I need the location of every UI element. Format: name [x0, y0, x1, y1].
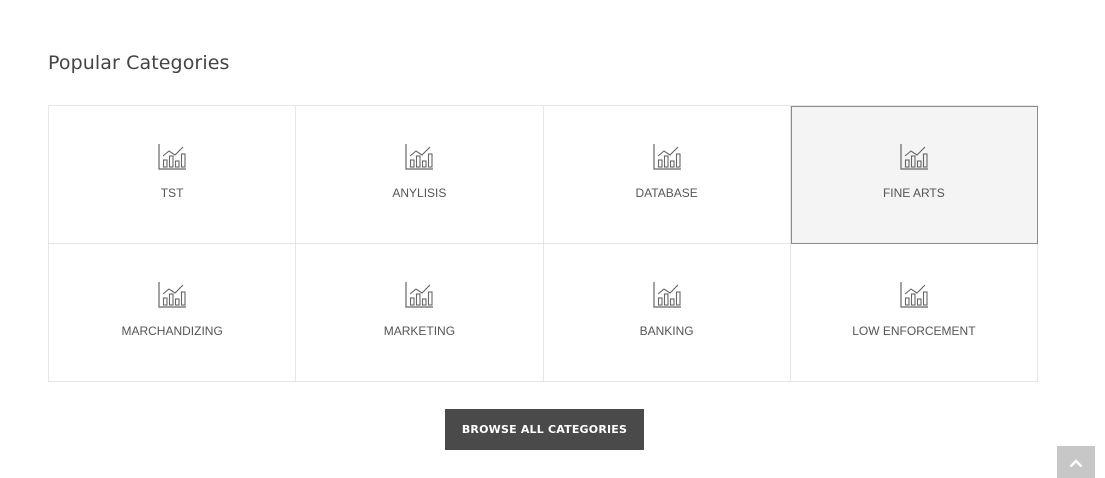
category-tile-database[interactable]: DATABASE — [543, 106, 791, 244]
bar-chart-icon — [652, 280, 682, 310]
category-tile-low-enforcement[interactable]: LOW ENFORCEMENT — [790, 244, 1038, 382]
bar-chart-icon — [899, 142, 929, 172]
section-title: Popular Categories — [48, 52, 230, 74]
bar-chart-icon — [652, 142, 682, 172]
category-label: FINE ARTS — [882, 186, 945, 200]
bar-chart-icon — [404, 280, 434, 310]
category-tile-anylisis[interactable]: ANYLISIS — [296, 106, 544, 244]
category-label: ANYLISIS — [392, 186, 447, 200]
category-grid: TST ANYLISIS DATABASE FINE ARTS MARCHAND… — [48, 105, 1038, 382]
category-tile-banking[interactable]: BANKING — [543, 244, 791, 382]
category-label: LOW ENFORCEMENT — [852, 324, 976, 338]
category-tile-fine-arts[interactable]: FINE ARTS — [790, 106, 1038, 244]
bar-chart-icon — [404, 142, 434, 172]
category-tile-marketing[interactable]: MARKETING — [296, 244, 544, 382]
chevron-up-icon — [1069, 455, 1083, 470]
category-tile-marchandizing[interactable]: MARCHANDIZING — [49, 244, 297, 382]
category-label: TST — [160, 186, 184, 200]
scroll-to-top-button[interactable] — [1057, 446, 1095, 478]
category-tile-tst[interactable]: TST — [49, 106, 297, 244]
category-label: MARCHANDIZING — [121, 324, 223, 338]
bar-chart-icon — [157, 280, 187, 310]
bar-chart-icon — [157, 142, 187, 172]
category-label: BANKING — [639, 324, 694, 338]
category-label: DATABASE — [635, 186, 698, 200]
category-label: MARKETING — [383, 324, 456, 338]
browse-all-categories-button[interactable]: BROWSE ALL CATEGORIES — [445, 409, 644, 450]
bar-chart-icon — [899, 280, 929, 310]
